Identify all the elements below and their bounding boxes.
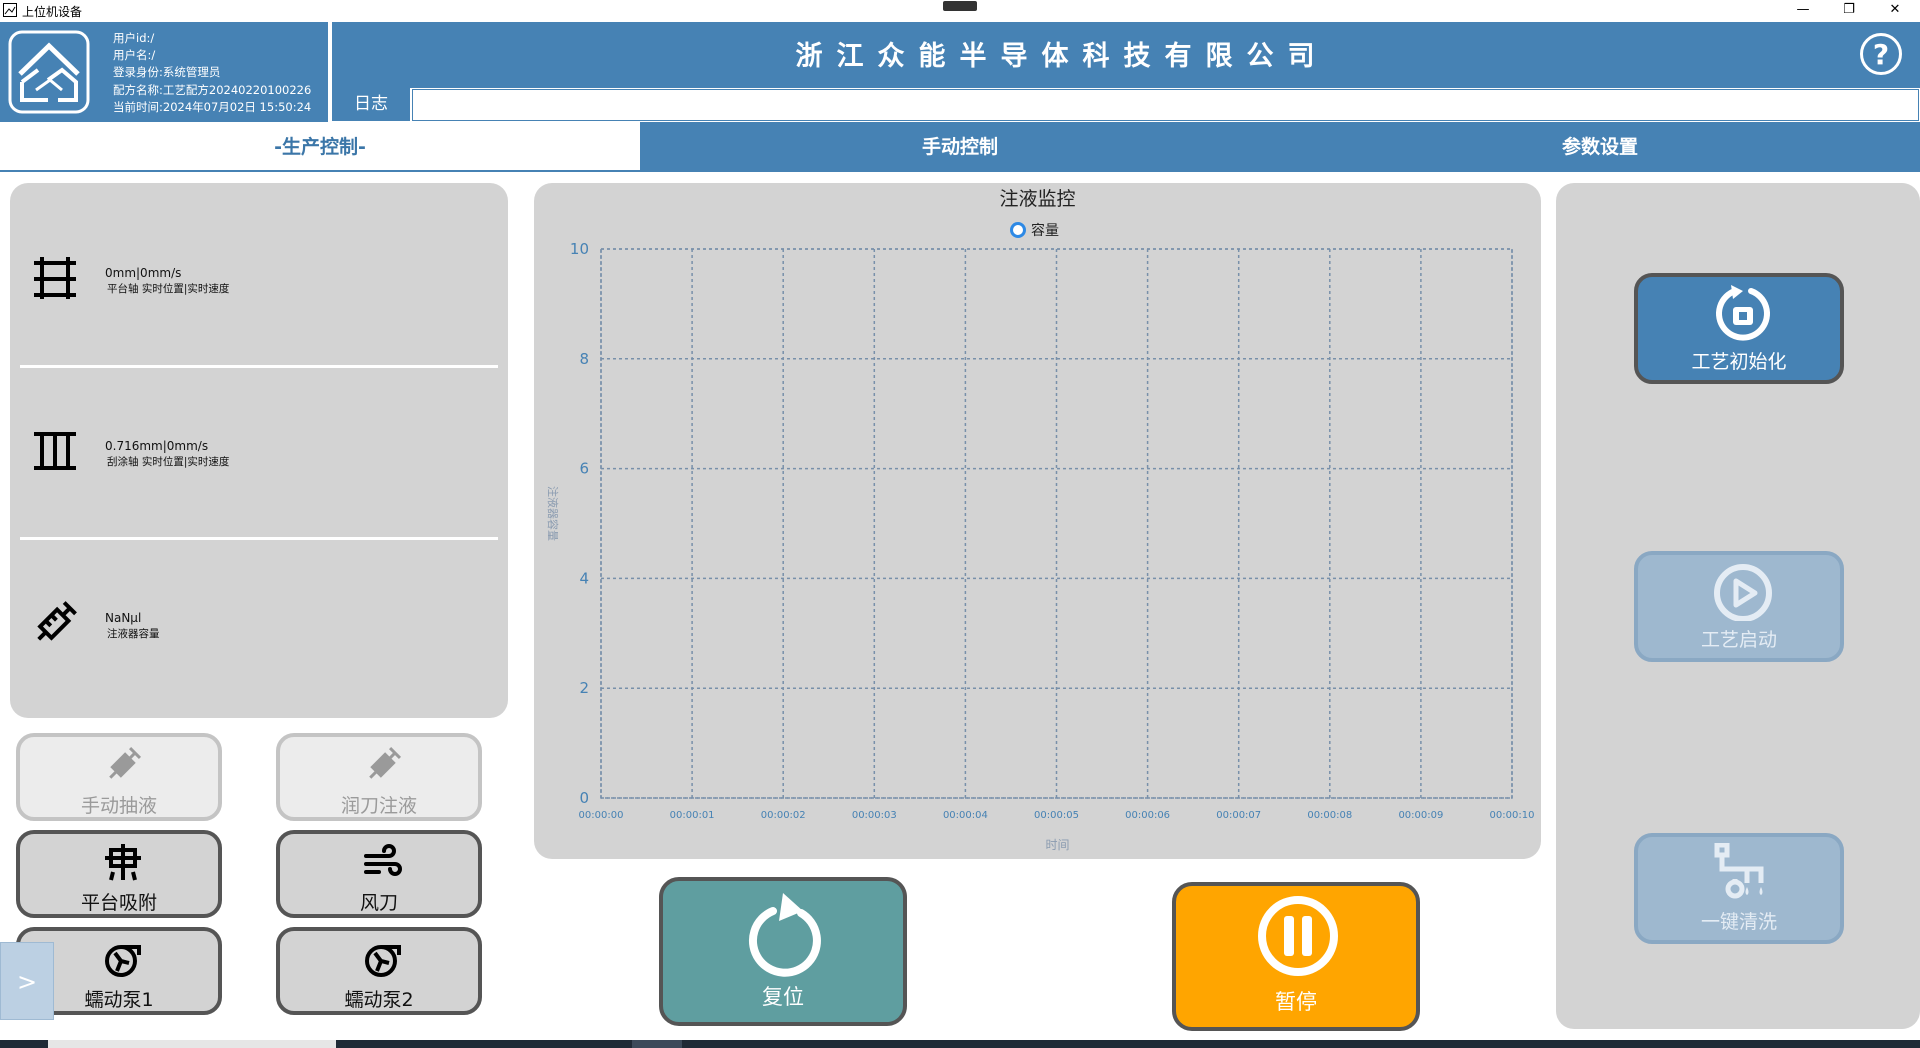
y-tick-label: 10	[570, 240, 589, 258]
legend-marker	[1010, 222, 1026, 238]
init-icon	[1716, 285, 1770, 341]
scraper-axis-desc: 刮涂轴 实时位置|实时速度	[107, 456, 230, 468]
blade-inject-label: 润刀注液	[340, 795, 417, 817]
one-key-clean-label: 一键清洗	[1700, 911, 1777, 933]
chart-legend[interactable]: 容量	[1010, 220, 1059, 240]
air-knife-label: 风刀	[359, 892, 398, 914]
axis-status-panel: 0mm|0mm/s 平台轴 实时位置|实时速度 0.716mm|0mm/s 刮涂…	[10, 183, 508, 718]
process-init-button[interactable]: 工艺初始化	[1634, 273, 1844, 384]
side-expand-button[interactable]: >	[0, 942, 54, 1020]
syringe-value: NaNμl	[105, 611, 142, 625]
title-bar: 上位机设备 — ❐ ✕	[0, 0, 1920, 22]
scraper-axis-icon	[34, 432, 76, 470]
air-knife-button[interactable]: 风刀	[276, 830, 482, 918]
manual-draw-label: 手动抽液	[80, 795, 157, 817]
x-tick-label: 00:00:08	[1307, 810, 1352, 821]
x-tick-label: 00:00:02	[761, 810, 806, 821]
syringe-row: NaNμl 注液器容量	[10, 528, 508, 698]
platform-axis-value: 0mm|0mm/s	[105, 266, 182, 280]
reset-button[interactable]: 复位	[659, 877, 907, 1026]
injection-chart: 0 2 4 6 8 10 00:00:00 00:00:01 00:00:02 00:00:03 0…	[546, 240, 1535, 852]
reset-label: 复位	[762, 985, 804, 1009]
taskbar	[0, 1040, 1920, 1048]
current-time: 当前时间:2024年07月02日 15:50:24	[113, 99, 312, 114]
syringe-icon	[369, 746, 402, 779]
pause-icon	[1258, 896, 1338, 976]
peristaltic-pump-2-label: 蠕动泵2	[344, 989, 414, 1011]
login-role: 登录身份:系统管理员	[113, 65, 221, 80]
pipe-clean-icon	[1714, 843, 1764, 899]
x-tick-label: 00:00:09	[1398, 810, 1443, 821]
x-tick-label: 00:00:10	[1490, 810, 1535, 821]
y-tick-label: 2	[579, 679, 589, 697]
y-axis-title: 注液器容量	[546, 486, 560, 541]
tab-production-control[interactable]: -生产控制-	[0, 122, 640, 172]
x-tick-label: 00:00:06	[1125, 810, 1170, 821]
tab-manual-control[interactable]: 手动控制	[640, 122, 1280, 172]
peristaltic-pump-2-button[interactable]: 蠕动泵2	[276, 927, 482, 1015]
app-icon	[3, 3, 17, 17]
recipe-name: 配方名称:工艺配方20240220100226	[113, 82, 312, 97]
window-title: 上位机设备	[22, 5, 83, 19]
scraper-axis-value: 0.716mm|0mm/s	[105, 439, 209, 453]
platform-axis-row: 0mm|0mm/s 平台轴 实时位置|实时速度	[10, 183, 508, 353]
minimize-button[interactable]: —	[1780, 0, 1826, 22]
restore-button[interactable]: ❐	[1826, 0, 1872, 22]
x-axis-title: 时间	[1045, 838, 1069, 852]
pause-button[interactable]: 暂停	[1172, 882, 1420, 1031]
taskbar-item[interactable]	[48, 1040, 336, 1048]
taskbar-item[interactable]	[632, 1040, 682, 1048]
x-tick-label: 00:00:01	[670, 810, 715, 821]
y-tick-label: 0	[579, 789, 589, 807]
pause-label: 暂停	[1275, 990, 1317, 1014]
chart-title: 注液监控	[999, 188, 1076, 210]
y-tick-label: 4	[579, 569, 589, 587]
company-name: 浙江众能半导体科技有限公司	[795, 41, 1329, 72]
x-tick-label: 00:00:00	[579, 810, 624, 821]
reset-icon	[748, 893, 821, 977]
syringe-icon	[37, 601, 77, 641]
x-tick-label: 00:00:04	[943, 810, 988, 821]
close-button[interactable]: ✕	[1872, 0, 1918, 22]
blade-inject-button[interactable]: 润刀注液	[276, 733, 482, 821]
scraper-axis-row: 0.716mm|0mm/s 刮涂轴 实时位置|实时速度	[10, 356, 508, 526]
user-info: 用户id:/ 用户名:/ 登录身份:系统管理员 配方名称:工艺配方2024022…	[113, 30, 311, 116]
platform-axis-desc: 平台轴 实时位置|实时速度	[107, 283, 230, 295]
pump-icon	[365, 945, 401, 977]
play-icon	[1714, 564, 1772, 621]
manual-draw-button[interactable]: 手动抽液	[16, 733, 222, 821]
one-key-clean-button[interactable]: 一键清洗	[1634, 833, 1844, 944]
help-button[interactable]: ?	[1860, 33, 1902, 75]
process-start-label: 工艺启动	[1700, 629, 1777, 651]
x-tick-label: 00:00:05	[1034, 810, 1079, 821]
platform-axis-icon	[34, 257, 76, 299]
x-tick-label: 00:00:07	[1216, 810, 1261, 821]
drag-handle[interactable]	[943, 1, 977, 11]
platform-suction-button[interactable]: 平台吸附	[16, 830, 222, 918]
log-label: 日志	[332, 88, 410, 121]
syringe-icon	[109, 746, 142, 779]
user-name: 用户名:/	[113, 48, 156, 63]
company-logo	[8, 30, 90, 114]
syringe-desc: 注液器容量	[107, 628, 160, 640]
log-field[interactable]	[412, 89, 1919, 121]
platform-suction-label: 平台吸附	[80, 892, 157, 914]
pump-icon	[105, 945, 141, 977]
legend-label: 容量	[1031, 223, 1059, 239]
suction-icon	[105, 844, 141, 881]
process-init-label: 工艺初始化	[1691, 351, 1787, 373]
plot-border	[600, 248, 1513, 799]
y-tick-label: 8	[579, 350, 589, 368]
wind-icon	[364, 844, 402, 876]
tab-parameter-settings[interactable]: 参数设置	[1280, 122, 1920, 172]
x-tick-label: 00:00:03	[852, 810, 897, 821]
user-id: 用户id:/	[113, 31, 155, 45]
process-start-button[interactable]: 工艺启动	[1634, 551, 1844, 662]
y-tick-label: 6	[579, 460, 589, 478]
